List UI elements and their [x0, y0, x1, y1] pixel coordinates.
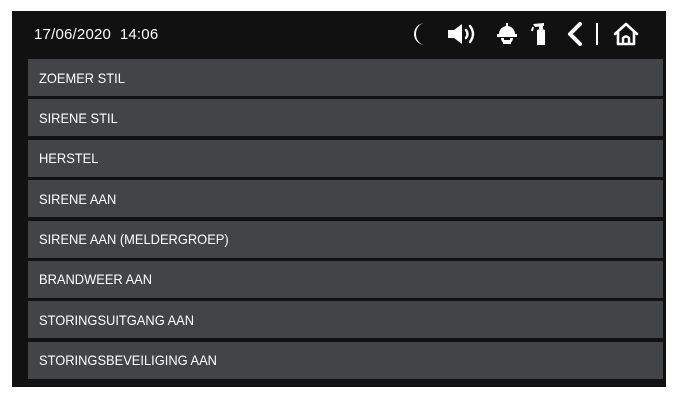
menu-item-label: SIRENE AAN — [39, 190, 117, 207]
date-text: 17/06/2020 — [34, 26, 112, 43]
fire-extinguisher-icon[interactable] — [530, 21, 552, 47]
menu-item-label: SIRENE STIL — [39, 109, 118, 126]
firefighter-helmet-icon[interactable] — [495, 21, 519, 47]
action-menu: ZOEMER STIL SIRENE STIL HERSTEL SIRENE A… — [28, 59, 663, 382]
toolbar-divider — [595, 21, 599, 47]
menu-item-label: ZOEMER STIL — [39, 69, 125, 86]
menu-item-sirene-aan[interactable]: SIRENE AAN — [28, 180, 663, 218]
menu-item-zoemer-stil[interactable]: ZOEMER STIL — [28, 59, 663, 96]
status-bar: 17/06/2020 14:06 — [12, 11, 666, 56]
panel-screen: 17/06/2020 14:06 ZOEMER STIL SIRENE STIL… — [12, 11, 666, 387]
date-time: 17/06/2020 14:06 — [34, 26, 158, 43]
menu-item-label: BRANDWEER AAN — [39, 271, 153, 288]
speaker-volume-icon[interactable] — [446, 21, 482, 47]
time-text: 14:06 — [119, 26, 159, 43]
menu-item-label: HERSTEL — [39, 150, 99, 167]
menu-item-storingsuitgang-aan[interactable]: STORINGSUITGANG AAN — [28, 301, 663, 339]
menu-item-herstel[interactable]: HERSTEL — [28, 139, 663, 177]
menu-item-label: STORINGSUITGANG AAN — [39, 311, 195, 328]
night-mode-moon-icon[interactable] — [410, 21, 432, 47]
menu-item-label: SIRENE AAN (MELDERGROEP) — [39, 231, 229, 248]
menu-item-label: STORINGSBEVEILIGING AAN — [39, 352, 217, 369]
menu-item-storingsbeveiliging-aan[interactable]: STORINGSBEVEILIGING AAN — [28, 341, 663, 379]
back-chevron-icon[interactable] — [565, 21, 585, 47]
menu-item-brandweer-aan[interactable]: BRANDWEER AAN — [28, 260, 663, 298]
menu-item-sirene-aan-meldergroep[interactable]: SIRENE AAN (MELDERGROEP) — [28, 220, 663, 258]
home-icon[interactable] — [612, 21, 640, 47]
menu-item-sirene-stil[interactable]: SIRENE STIL — [28, 99, 663, 137]
